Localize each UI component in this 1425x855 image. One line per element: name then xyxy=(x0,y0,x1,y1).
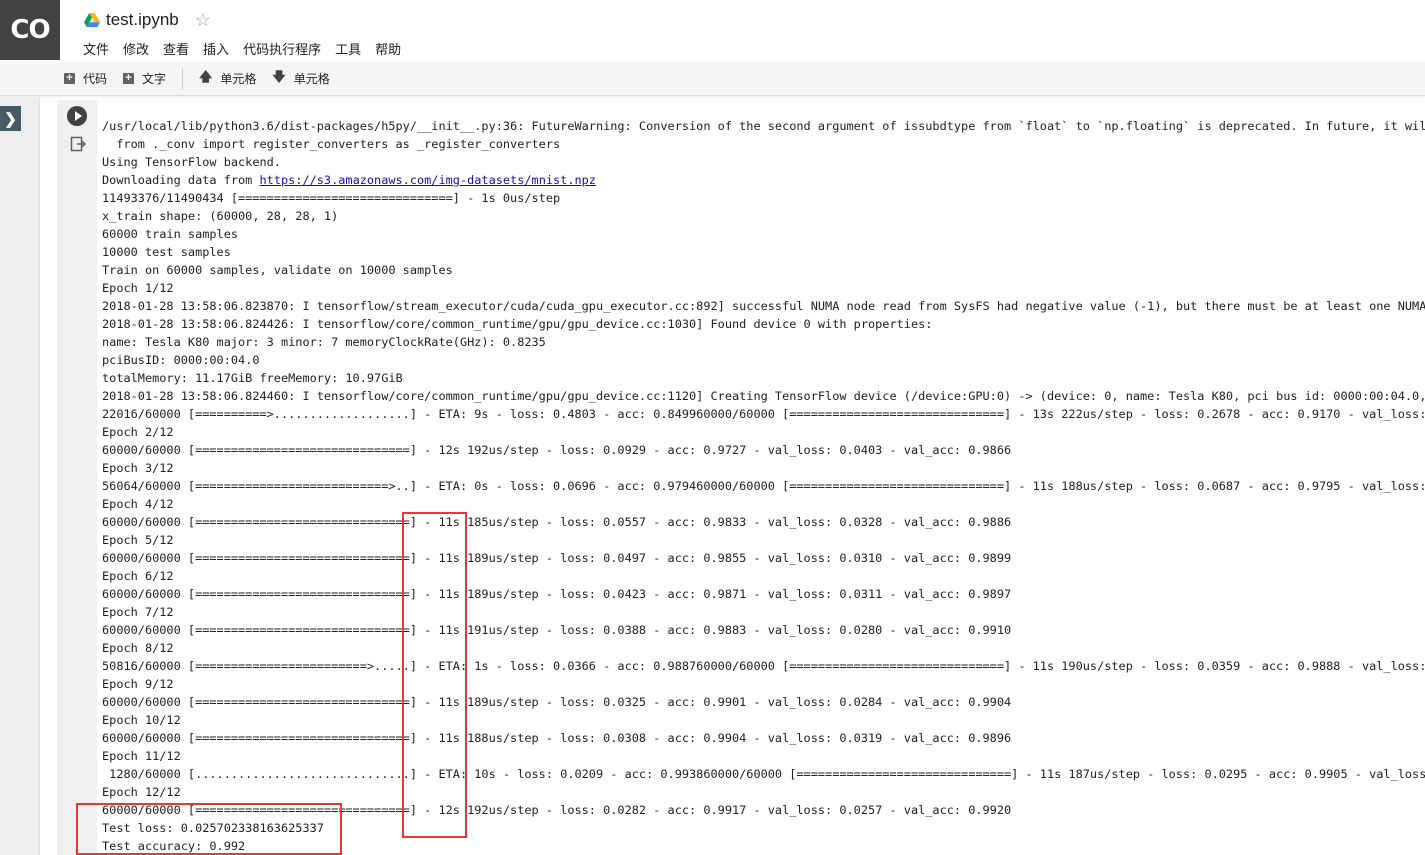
output-line: 10000 test samples xyxy=(102,245,231,259)
plus-box-icon: + xyxy=(123,73,135,84)
google-drive-icon xyxy=(84,13,100,27)
output-line: 60000/60000 [===========================… xyxy=(102,623,1012,637)
output-line: 2018-01-28 13:58:06.823870: I tensorflow… xyxy=(102,299,1425,313)
arrow-down-icon: 🡇 xyxy=(272,68,286,84)
title-row: test.ipynb ☆ xyxy=(84,8,211,32)
output-line: 60000/60000 [===========================… xyxy=(102,515,1012,529)
output-line: Epoch 10/12 xyxy=(102,713,181,727)
toolbar: + 代码 + 文字 🡅 单元格 🡇 单元格 xyxy=(0,62,1425,96)
output-line: 60000/60000 [===========================… xyxy=(102,443,1012,457)
run-cell-button[interactable] xyxy=(67,106,87,126)
output-line: 60000/60000 [===========================… xyxy=(102,551,1012,565)
output-line: Epoch 8/12 xyxy=(102,641,174,655)
cell-output: /usr/local/lib/python3.6/dist-packages/h… xyxy=(97,108,1425,855)
menu-edit[interactable]: 修改 xyxy=(123,39,149,58)
output-clear-icon[interactable] xyxy=(70,136,86,152)
output-text: /usr/local/lib/python3.6/dist-packages/h… xyxy=(97,108,1425,855)
plus-box-icon: + xyxy=(64,73,75,84)
colab-logo[interactable]: CO xyxy=(0,0,60,60)
output-line: Epoch 2/12 xyxy=(102,425,174,439)
move-up-label: 单元格 xyxy=(220,72,257,86)
arrow-up-icon: 🡅 xyxy=(199,68,213,84)
menu-help[interactable]: 帮助 xyxy=(375,39,401,58)
output-line: pciBusID: 0000:00:04.0 xyxy=(102,353,260,367)
output-line: 50816/60000 [========================>..… xyxy=(102,659,1425,673)
output-line: Epoch 9/12 xyxy=(102,677,174,691)
output-line: 60000/60000 [===========================… xyxy=(102,695,1012,709)
toolbar-divider xyxy=(182,67,184,90)
output-line: Epoch 1/12 xyxy=(102,281,174,295)
output-line: 60000/60000 [===========================… xyxy=(102,731,1012,745)
left-gutter xyxy=(0,97,40,855)
output-line: /usr/local/lib/python3.6/dist-packages/h… xyxy=(102,119,1425,133)
menu-bar: 文件 修改 查看 插入 代码执行程序 工具 帮助 xyxy=(83,39,415,58)
add-text-button[interactable]: + 文字 xyxy=(123,70,166,87)
output-line: Using TensorFlow backend. xyxy=(102,155,281,169)
app-header: CO test.ipynb ☆ 文件 修改 查看 插入 代码执行程序 工具 帮助 xyxy=(0,0,1425,62)
add-code-button[interactable]: + 代码 xyxy=(64,70,107,87)
output-line: Epoch 7/12 xyxy=(102,605,174,619)
chevron-right-icon: ❯ xyxy=(4,110,17,128)
output-line: 60000/60000 [===========================… xyxy=(102,803,1012,817)
output-line: 11493376/11490434 [=====================… xyxy=(102,191,561,205)
output-line: 1280/60000 [............................… xyxy=(102,767,1425,781)
play-icon xyxy=(74,111,82,121)
menu-view[interactable]: 查看 xyxy=(163,39,189,58)
output-line: Epoch 4/12 xyxy=(102,497,174,511)
notebook-title[interactable]: test.ipynb xyxy=(106,10,179,30)
move-cell-down-button[interactable]: 🡇 单元格 xyxy=(272,68,329,90)
output-line: 56064/60000 [===========================… xyxy=(102,479,1425,493)
output-line: totalMemory: 11.17GiB freeMemory: 10.97G… xyxy=(102,371,403,385)
output-line: Epoch 12/12 xyxy=(102,785,181,799)
output-line: 60000/60000 [===========================… xyxy=(102,587,1012,601)
sidebar-toggle-button[interactable]: ❯ xyxy=(0,106,21,131)
mnist-dataset-link[interactable]: https://s3.amazonaws.com/img-datasets/mn… xyxy=(260,173,596,187)
output-line: 2018-01-28 13:58:06.824426: I tensorflow… xyxy=(102,317,933,331)
output-line: Test loss: 0.025702338163625337 xyxy=(102,821,324,835)
download-prefix: Downloading data from xyxy=(102,173,260,187)
output-line: 60000 train samples xyxy=(102,227,239,241)
menu-tools[interactable]: 工具 xyxy=(335,39,361,58)
add-code-label: 代码 xyxy=(83,72,108,86)
output-line: Train on 60000 samples, validate on 1000… xyxy=(102,263,453,277)
output-line: Test accuracy: 0.992 xyxy=(102,839,246,853)
menu-insert[interactable]: 插入 xyxy=(203,39,229,58)
cell-gutter xyxy=(57,100,97,855)
output-line: name: Tesla K80 major: 3 minor: 7 memory… xyxy=(102,335,546,349)
add-text-label: 文字 xyxy=(142,72,167,86)
move-cell-up-button[interactable]: 🡅 单元格 xyxy=(199,68,256,90)
star-icon[interactable]: ☆ xyxy=(195,11,211,29)
output-line: 2018-01-28 13:58:06.824460: I tensorflow… xyxy=(102,389,1425,403)
output-line: Epoch 5/12 xyxy=(102,533,174,547)
output-line: Epoch 3/12 xyxy=(102,461,174,475)
menu-runtime[interactable]: 代码执行程序 xyxy=(243,39,321,58)
menu-file[interactable]: 文件 xyxy=(83,39,109,58)
output-line: 22016/60000 [==========>................… xyxy=(102,407,1425,421)
move-down-label: 单元格 xyxy=(293,72,330,86)
output-line: from ._conv import register_converters a… xyxy=(102,137,561,151)
output-line: Epoch 11/12 xyxy=(102,749,181,763)
output-line-download: Downloading data from https://s3.amazona… xyxy=(102,171,1425,189)
output-line: x_train shape: (60000, 28, 28, 1) xyxy=(102,209,339,223)
output-line: Epoch 6/12 xyxy=(102,569,174,583)
